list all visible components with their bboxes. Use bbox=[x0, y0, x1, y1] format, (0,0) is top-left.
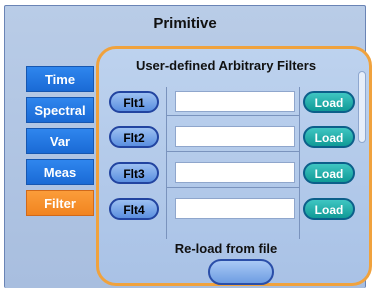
row-divider bbox=[166, 115, 300, 116]
row-divider bbox=[166, 187, 300, 188]
flt4-load-button[interactable]: Load bbox=[303, 198, 355, 220]
flt1-button[interactable]: Flt1 bbox=[109, 91, 159, 113]
flt3-path-field[interactable] bbox=[175, 162, 295, 183]
divider-left bbox=[166, 87, 167, 239]
flt2-button[interactable]: Flt2 bbox=[109, 126, 159, 148]
flt2-path-field[interactable] bbox=[175, 126, 295, 147]
flt2-load-button[interactable]: Load bbox=[303, 126, 355, 148]
scrollbar-thumb[interactable] bbox=[358, 71, 366, 143]
flt4-path-field[interactable] bbox=[175, 198, 295, 219]
window-title: Primitive bbox=[153, 15, 217, 32]
flt4-button[interactable]: Flt4 bbox=[109, 198, 159, 220]
panel-title: User-defined Arbitrary Filters bbox=[135, 58, 317, 73]
filter-panel: User-defined Arbitrary Filters Flt1 Load… bbox=[96, 46, 372, 286]
row-divider bbox=[166, 151, 300, 152]
tab-column: Time Spectral Var Meas Filter bbox=[26, 66, 94, 221]
reload-label: Re-load from file bbox=[174, 241, 278, 256]
tab-time[interactable]: Time bbox=[26, 66, 94, 92]
tab-meas[interactable]: Meas bbox=[26, 159, 94, 185]
tab-var[interactable]: Var bbox=[26, 128, 94, 154]
divider-right bbox=[299, 87, 300, 239]
tab-spectral[interactable]: Spectral bbox=[26, 97, 94, 123]
primitive-window: Primitive Time Spectral Var Meas Filter … bbox=[4, 5, 372, 288]
flt1-load-button[interactable]: Load bbox=[303, 91, 355, 113]
flt3-button[interactable]: Flt3 bbox=[109, 162, 159, 184]
tab-filter[interactable]: Filter bbox=[26, 190, 94, 216]
flt1-path-field[interactable] bbox=[175, 91, 295, 112]
flt3-load-button[interactable]: Load bbox=[303, 162, 355, 184]
reload-button[interactable] bbox=[208, 259, 274, 285]
